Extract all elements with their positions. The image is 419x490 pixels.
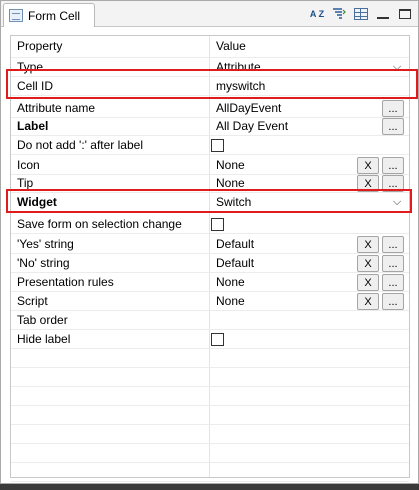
value-column-header[interactable]: Value [216,39,356,53]
value-field[interactable]: Default [216,237,356,251]
sort-alpha-label: A Z [309,9,325,19]
chevron-down-icon[interactable]: ⌵ [391,61,403,73]
property-name: Script [17,294,48,308]
tab-title: Form Cell [28,8,81,23]
empty-row [11,387,409,406]
clear-button[interactable]: X [357,293,379,310]
property-row-do-not-add-after-label[interactable]: Do not add ':' after label [11,136,409,155]
clear-button[interactable]: X [357,255,379,272]
property-name: Cell ID [17,79,54,93]
property-name: Label [17,119,49,133]
property-grid: Property Value Type Attribute ⌵ Cell ID mysw… [10,35,410,482]
grid-header: Property Value [11,36,409,58]
empty-row [11,444,409,463]
view-tab-bar: Form Cell A Z [1,1,418,27]
empty-row [11,349,409,368]
value-combo[interactable]: Attribute [216,60,356,74]
property-name: Save form on selection change [17,217,182,231]
value-field[interactable]: None [216,275,356,289]
browse-button[interactable]: ... [382,236,404,253]
property-name: Widget [17,195,57,209]
property-row-attribute-name[interactable]: Attribute name AllDayEvent... [11,99,409,118]
browse-button[interactable]: ... [382,293,404,310]
value-field[interactable]: AllDayEvent [216,101,356,115]
property-row-icon[interactable]: Icon None X... [11,156,409,175]
property-name: Icon [17,158,40,172]
tab-form-cell[interactable]: Form Cell [3,3,95,27]
browse-button[interactable]: ... [382,157,404,174]
browse-button[interactable]: ... [382,100,404,117]
filter-advanced-icon[interactable] [330,5,348,23]
view-toolbar: A Z [308,4,414,24]
clear-button[interactable]: X [357,157,379,174]
clear-button[interactable]: X [357,274,379,291]
bottom-strip [0,484,419,490]
clear-button[interactable]: X [357,236,379,253]
value-combo[interactable]: Switch [216,195,356,209]
form-cell-view: Form Cell A Z Property Value Type Attribu… [0,0,419,484]
property-row-presentation-rules[interactable]: Presentation rules None X... [11,273,409,292]
property-row-cell-id[interactable]: Cell ID myswitch [11,77,409,96]
value-field[interactable]: myswitch [216,79,356,93]
property-row-type[interactable]: Type Attribute ⌵ [11,58,409,77]
property-name: 'No' string [17,256,70,270]
property-row-script[interactable]: Script None X... [11,292,409,311]
property-row-tab-order[interactable]: Tab order [11,311,409,330]
browse-button[interactable]: ... [382,175,404,192]
property-row-yes-string[interactable]: 'Yes' string Default X... [11,235,409,254]
empty-row [11,406,409,425]
maximize-icon[interactable] [396,5,414,23]
minimize-icon[interactable] [374,5,392,23]
value-field[interactable]: Default [216,256,356,270]
checkbox[interactable] [211,333,224,346]
empty-row [11,368,409,387]
table-view-icon[interactable] [352,5,370,23]
property-name: 'Yes' string [17,237,74,251]
checkbox[interactable] [211,139,224,152]
checkbox[interactable] [211,218,224,231]
value-field[interactable]: None [216,176,356,190]
clear-button[interactable]: X [357,175,379,192]
form-cell-icon [9,9,23,22]
property-name: Attribute name [17,101,96,115]
value-field[interactable]: None [216,294,356,308]
browse-button[interactable]: ... [382,118,404,135]
browse-button[interactable]: ... [382,255,404,272]
value-field[interactable]: None [216,158,356,172]
property-name: Presentation rules [17,275,114,289]
property-row-save-form-on-selection-change[interactable]: Save form on selection change [11,215,409,234]
value-field[interactable]: All Day Event [216,119,356,133]
sort-alpha-icon[interactable]: A Z [308,5,326,23]
chevron-down-icon[interactable]: ⌵ [391,196,403,208]
property-column-header[interactable]: Property [17,39,207,53]
property-row-no-string[interactable]: 'No' string Default X... [11,254,409,273]
property-name: Tip [17,176,34,190]
property-row-label[interactable]: Label All Day Event... [11,117,409,136]
property-name: Type [17,60,44,74]
browse-button[interactable]: ... [382,274,404,291]
property-row-hide-label[interactable]: Hide label [11,330,409,349]
property-row-tip[interactable]: Tip None X... [11,174,409,193]
empty-row [11,463,409,482]
empty-row [11,425,409,444]
property-row-widget[interactable]: Widget Switch ⌵ [11,193,409,212]
property-name: Do not add ':' after label [17,138,143,152]
property-name: Hide label [17,332,71,346]
property-name: Tab order [17,313,68,327]
